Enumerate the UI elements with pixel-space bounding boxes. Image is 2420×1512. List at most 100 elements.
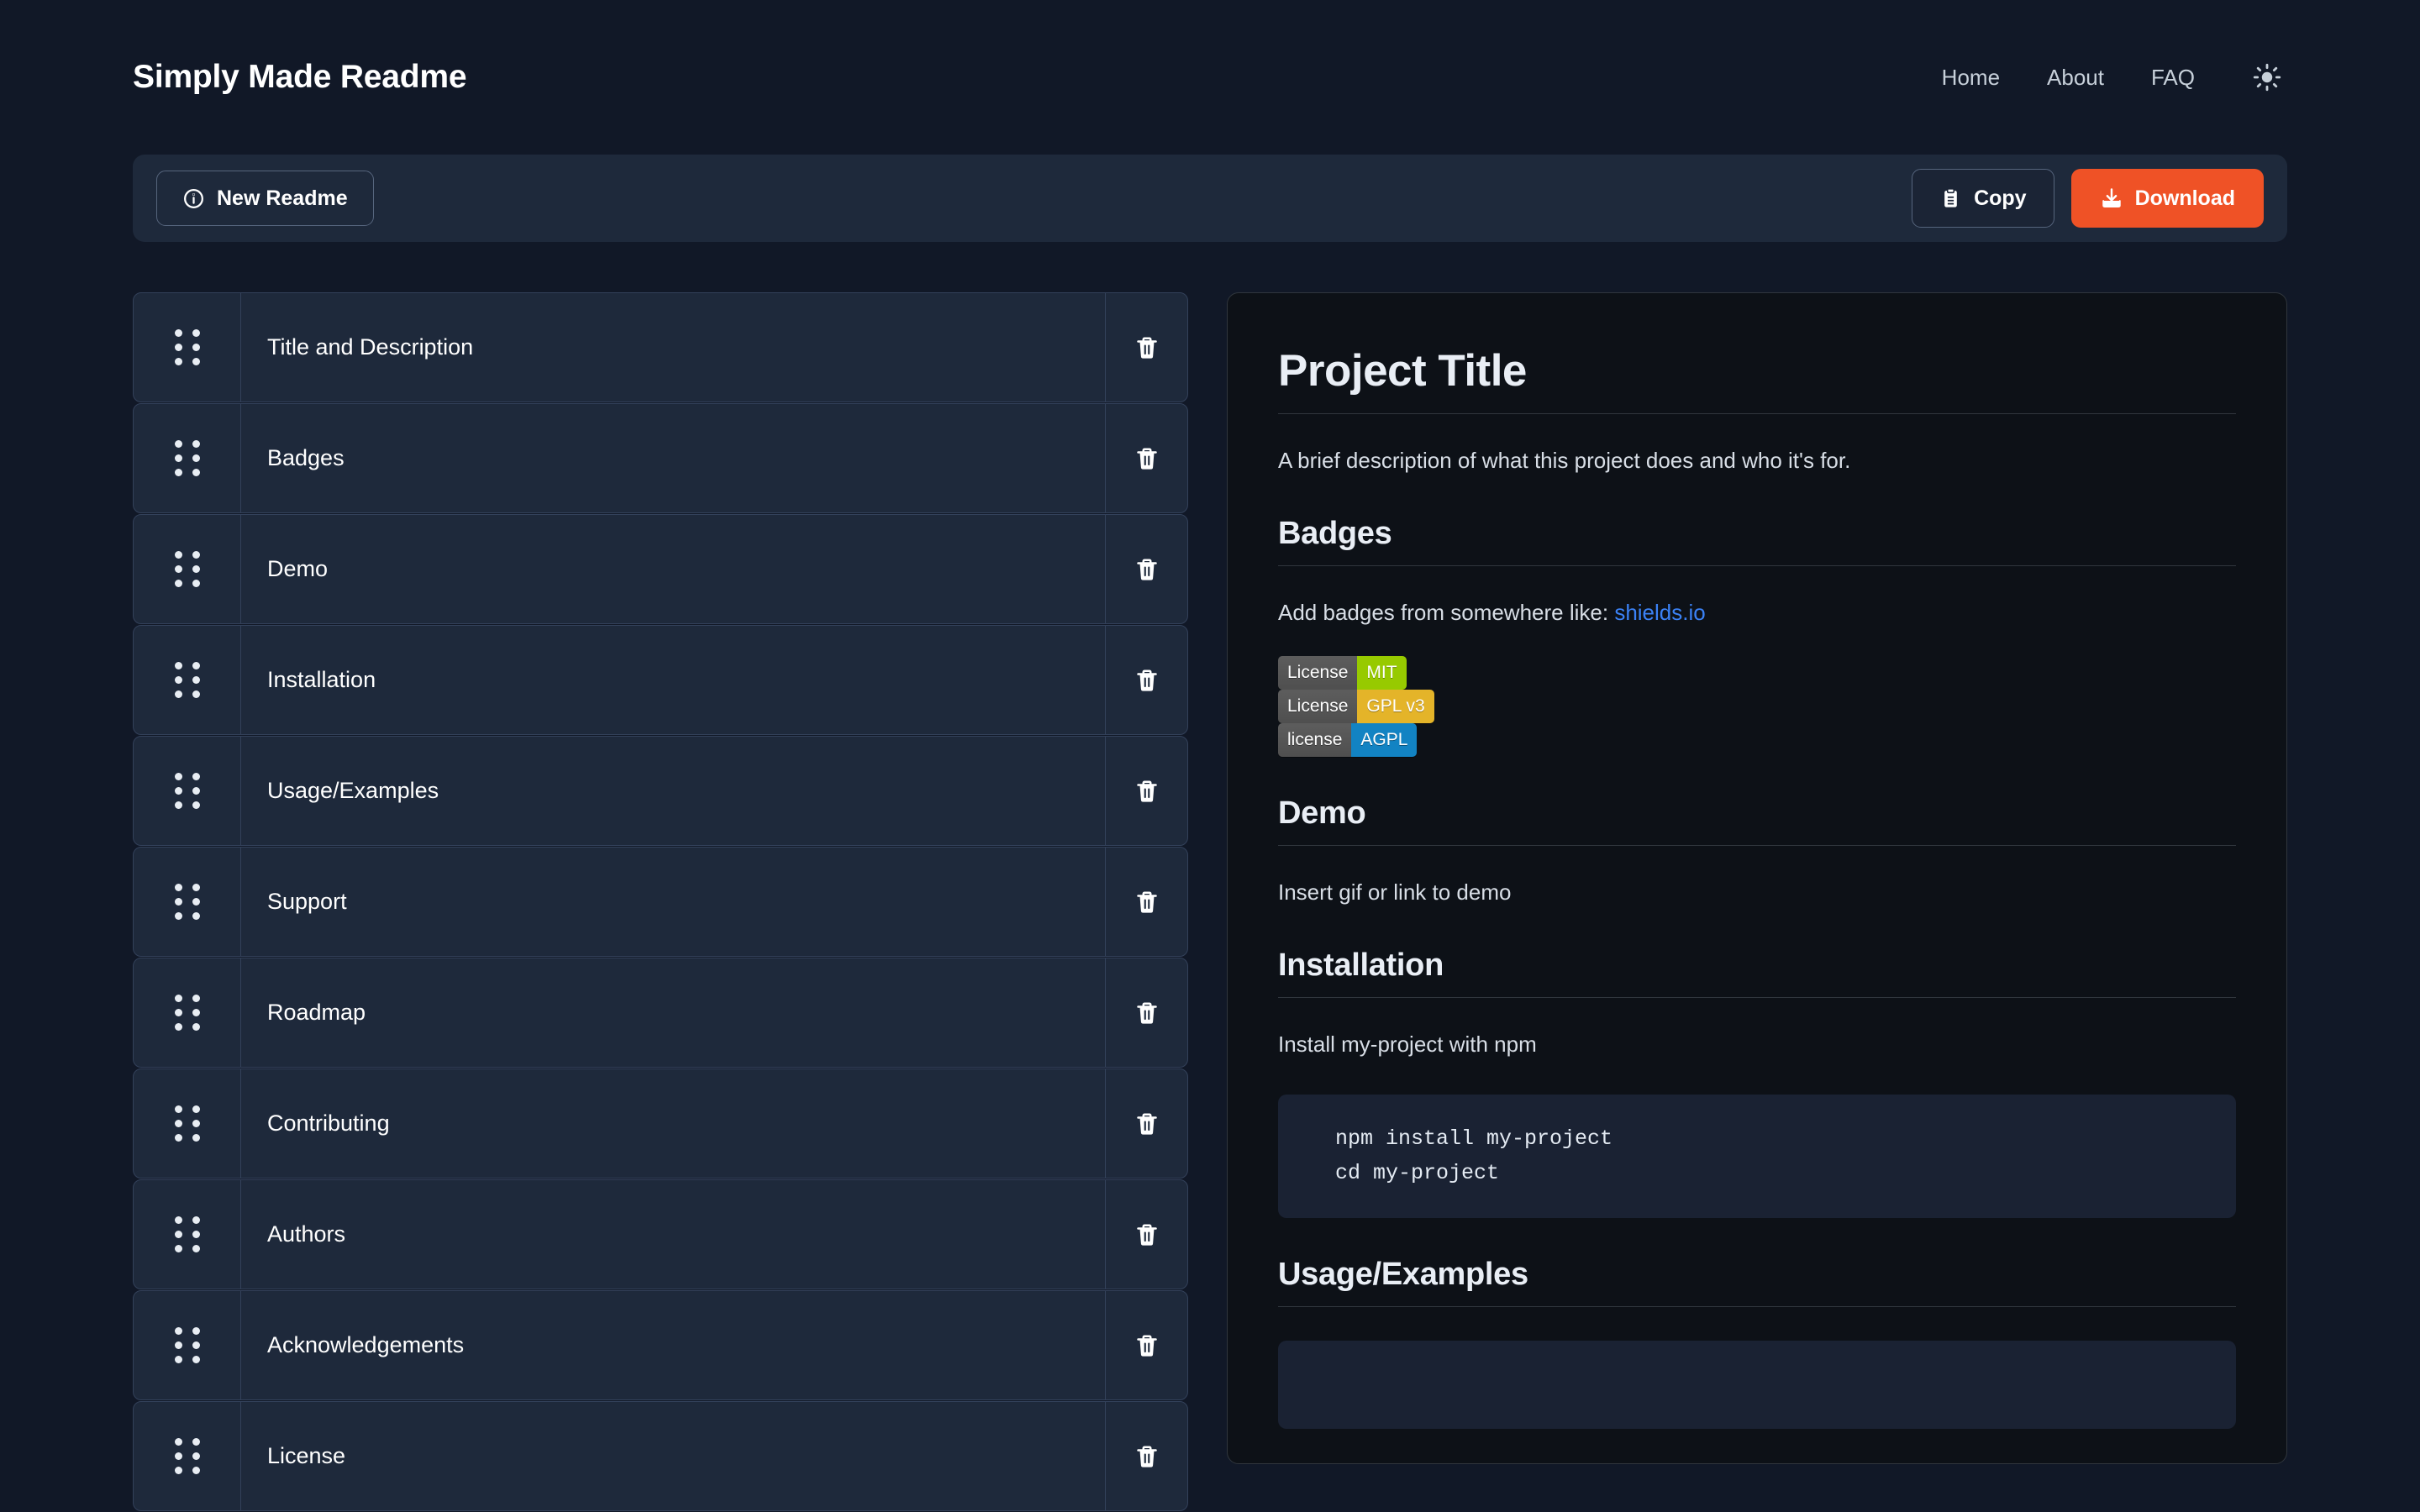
installation-code-block: npm install my-project cd my-project [1278, 1095, 2236, 1218]
download-icon [2100, 186, 2123, 210]
drag-handle-icon[interactable] [134, 1402, 241, 1510]
copy-label: Copy [1974, 186, 2027, 210]
shields-io-link[interactable]: shields.io [1614, 600, 1705, 625]
trash-icon [1134, 890, 1160, 915]
trash-icon [1134, 1333, 1160, 1358]
delete-section-button[interactable] [1105, 958, 1187, 1067]
delete-section-button[interactable] [1105, 1069, 1187, 1178]
preview-project-title: Project Title [1278, 345, 2236, 414]
section-row-label: Authors [267, 1221, 346, 1247]
page-title: Simply Made Readme [133, 59, 467, 95]
section-row-label: Usage/Examples [267, 778, 439, 803]
usage-code-block [1278, 1340, 2236, 1429]
badge-value: MIT [1357, 656, 1407, 690]
trash-icon [1134, 446, 1160, 471]
preview-project-description: A brief description of what this project… [1278, 448, 1851, 473]
preview-demo-text: Insert gif or link to demo [1278, 879, 1512, 905]
drag-handle-icon[interactable] [134, 1180, 241, 1289]
badge-value: AGPL [1351, 723, 1418, 757]
app-header: Simply Made Readme Home About FAQ [0, 0, 2420, 155]
main-content: Title and Description Badges Demo Installat… [133, 292, 2287, 1511]
drag-handle-icon[interactable] [134, 737, 241, 845]
drag-handle-icon[interactable] [134, 626, 241, 734]
section-row-label: Demo [267, 556, 329, 581]
section-row-label: Roadmap [267, 1000, 366, 1025]
delete-section-button[interactable] [1105, 848, 1187, 956]
nav-link-home[interactable]: Home [1918, 56, 2023, 99]
readme-preview-panel: Project Title A brief description of wha… [1227, 292, 2287, 1464]
section-row[interactable]: Demo [133, 514, 1188, 624]
section-row[interactable]: Usage/Examples [133, 736, 1188, 846]
drag-handle-icon[interactable] [134, 293, 241, 402]
badge-stack: License MIT License GPL v3 license AGPL [1278, 656, 2236, 757]
section-row[interactable]: License [133, 1401, 1188, 1511]
preview-installation-text: Install my-project with npm [1278, 1032, 1537, 1057]
download-label: Download [2134, 186, 2235, 210]
drag-handle-icon[interactable] [134, 515, 241, 623]
badge-label: License [1278, 690, 1358, 723]
drag-handle-icon[interactable] [134, 958, 241, 1067]
editor-toolbar: New Readme Copy Download [133, 155, 2287, 242]
license-badge: License MIT [1278, 656, 1407, 690]
trash-icon [1134, 1444, 1160, 1469]
toolbar-actions: Copy Download [1912, 169, 2264, 228]
delete-section-button[interactable] [1105, 737, 1187, 845]
section-row-label: Contributing [267, 1110, 390, 1136]
delete-section-button[interactable] [1105, 626, 1187, 734]
section-row[interactable]: Acknowledgements [133, 1290, 1188, 1400]
section-row-label: Title and Description [267, 334, 474, 360]
copy-button[interactable]: Copy [1912, 169, 2054, 228]
section-row[interactable]: Title and Description [133, 292, 1188, 402]
clipboard-icon [1939, 187, 1962, 210]
delete-section-button[interactable] [1105, 1180, 1187, 1289]
delete-section-button[interactable] [1105, 293, 1187, 402]
drag-handle-icon[interactable] [134, 1069, 241, 1178]
section-row[interactable]: Authors [133, 1179, 1188, 1289]
section-row[interactable]: Badges [133, 403, 1188, 513]
section-row-label: Installation [267, 667, 376, 692]
drag-handle-icon[interactable] [134, 1291, 241, 1399]
section-row-label: Badges [267, 445, 345, 470]
trash-icon [1134, 668, 1160, 693]
section-row[interactable]: Contributing [133, 1068, 1188, 1179]
preview-demo-heading: Demo [1278, 795, 2236, 846]
delete-section-button[interactable] [1105, 1291, 1187, 1399]
delete-section-button[interactable] [1105, 404, 1187, 512]
nav-link-about[interactable]: About [2023, 56, 2128, 99]
nav-link-faq[interactable]: FAQ [2128, 56, 2218, 99]
section-row[interactable]: Roadmap [133, 958, 1188, 1068]
section-row[interactable]: Installation [133, 625, 1188, 735]
badge-label: license [1278, 723, 1352, 757]
badge-value: GPL v3 [1357, 690, 1434, 723]
new-readme-button[interactable]: New Readme [156, 171, 374, 226]
delete-section-button[interactable] [1105, 515, 1187, 623]
section-list: Title and Description Badges Demo Installat… [133, 292, 1188, 1511]
license-badge: license AGPL [1278, 723, 1418, 757]
info-circle-icon [182, 187, 205, 210]
preview-badges-heading: Badges [1278, 516, 2236, 566]
badges-text-prefix: Add badges from somewhere like: [1278, 600, 1615, 625]
theme-toggle-button[interactable] [2249, 59, 2286, 96]
license-badge: License GPL v3 [1278, 690, 1434, 723]
preview-badges-text: Add badges from somewhere like: shields.… [1278, 596, 2236, 629]
trash-icon [1134, 557, 1160, 582]
section-row-label: Support [267, 889, 347, 914]
download-button[interactable]: Download [2070, 169, 2264, 228]
new-readme-label: New Readme [217, 186, 348, 210]
preview-installation-heading: Installation [1278, 948, 2236, 998]
drag-handle-icon[interactable] [134, 404, 241, 512]
sun-icon [2253, 63, 2281, 92]
trash-icon [1134, 335, 1160, 360]
drag-handle-icon[interactable] [134, 848, 241, 956]
section-row-label: License [267, 1443, 346, 1468]
badge-label: License [1278, 656, 1358, 690]
main-nav: Home About FAQ [1918, 56, 2286, 99]
delete-section-button[interactable] [1105, 1402, 1187, 1510]
trash-icon [1134, 1000, 1160, 1026]
trash-icon [1134, 1111, 1160, 1137]
preview-usage-heading: Usage/Examples [1278, 1257, 2236, 1307]
section-row-label: Acknowledgements [267, 1332, 465, 1357]
trash-icon [1134, 1222, 1160, 1247]
trash-icon [1134, 779, 1160, 804]
section-row[interactable]: Support [133, 847, 1188, 957]
